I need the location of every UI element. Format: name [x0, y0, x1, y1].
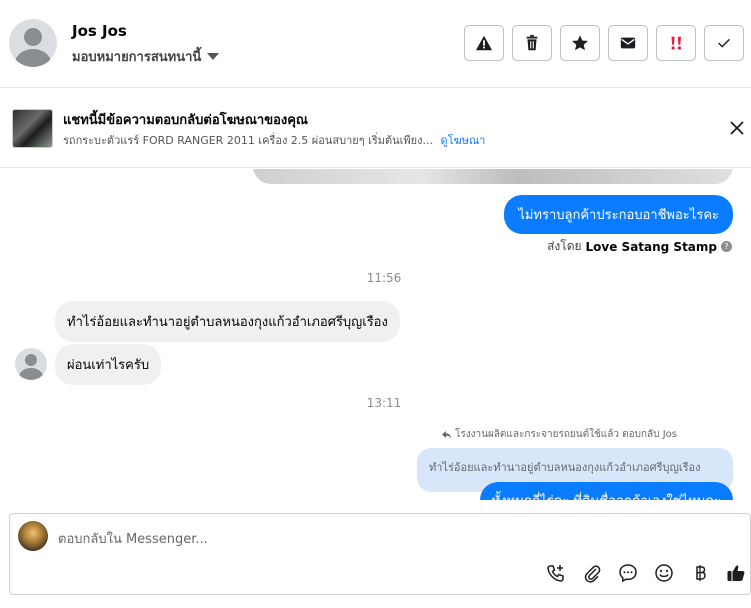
ad-description: รถกระบะตัวแรร์ FORD RANGER 2011 เครื่อง …: [63, 134, 433, 147]
message-thread[interactable]: ไม่ทราบลูกค้าประกอบอาชีพอะไรคะ ส่งโดย Lo…: [0, 169, 751, 500]
payment-button[interactable]: [688, 561, 712, 585]
baht-icon: [696, 565, 706, 581]
reply-context: โรงงานผลิตและกระจายรถยนต์ใช้แล้ว ตอบกลับ…: [441, 427, 677, 442]
outgoing-message[interactable]: ไม่ทราบลูกค้าประกอบอาชีพอะไรคะ: [504, 195, 733, 234]
close-icon: [730, 121, 744, 135]
mark-done-button[interactable]: [704, 25, 744, 61]
call-button[interactable]: [544, 561, 568, 585]
assign-label: มอบหมายการสนทนานี้: [72, 50, 202, 65]
star-button[interactable]: [560, 25, 600, 61]
incoming-message[interactable]: ผ่อนเท่าไรครับ: [55, 344, 162, 385]
ad-banner-subtitle: รถกระบะตัวแรร์ FORD RANGER 2011 เครื่อง …: [63, 131, 485, 149]
ad-reply-banner: แชทนี้มีข้อความตอบกลับต่อโฆษณาของคุณ รถก…: [0, 88, 751, 168]
close-banner-button[interactable]: [727, 118, 747, 138]
outgoing-message[interactable]: ทั้งหมดกี่ไร่คะ ที่ดินชื่อลูกค้าเองใช่ไห…: [479, 482, 733, 500]
caret-down-icon: [207, 53, 220, 60]
sent-by-prefix: ส่งโดย: [547, 239, 582, 253]
check-icon: [718, 38, 730, 48]
double-exclamation-icon: [671, 36, 682, 50]
paperclip-icon: [584, 565, 601, 583]
contact-avatar[interactable]: [15, 348, 47, 380]
thumbs-up-icon: [727, 565, 745, 581]
incoming-message[interactable]: ทำไร่อ้อยและทำนาอยู่ตำบลหนองกุงแก้วอำเภอ…: [55, 301, 400, 342]
phone-plus-icon: [547, 565, 564, 582]
message-input[interactable]: ตอบกลับใน Messenger...: [58, 528, 208, 549]
page-avatar: [18, 521, 48, 551]
composer-toolbar: [544, 561, 748, 585]
reply-context-text: โรงงานผลิตและกระจายรถยนต์ใช้แล้ว ตอบกลับ…: [454, 429, 677, 440]
saved-replies-button[interactable]: [616, 561, 640, 585]
contact-name[interactable]: Jos Jos: [72, 22, 127, 40]
avatar[interactable]: [9, 19, 57, 67]
timestamp: 11:56: [366, 271, 402, 285]
emoji-button[interactable]: [652, 561, 676, 585]
reply-arrow-icon: [441, 430, 452, 439]
conversation-header: Jos Jos มอบหมายการสนทนานี้: [0, 0, 751, 88]
reply-composer: ตอบกลับใน Messenger...: [9, 513, 751, 595]
follow-up-button[interactable]: [656, 25, 696, 61]
image-attachment[interactable]: [253, 169, 733, 184]
view-ad-link[interactable]: ดูโฆษณา: [441, 134, 486, 147]
mark-unread-button[interactable]: [608, 25, 648, 61]
trash-icon: [526, 34, 538, 51]
assign-conversation-dropdown[interactable]: มอบหมายการสนทนานี้: [72, 46, 220, 67]
sent-by-label: ส่งโดย Love Satang Stamp ?: [547, 237, 732, 256]
chat-bubble-icon: [619, 564, 637, 583]
warning-icon: [475, 35, 493, 51]
like-button[interactable]: [724, 561, 748, 585]
mail-icon: [620, 37, 636, 49]
smiley-icon: [655, 564, 673, 582]
info-icon[interactable]: ?: [721, 241, 732, 252]
sent-by-name: Love Satang Stamp: [585, 239, 717, 254]
ad-banner-title: แชทนี้มีข้อความตอบกลับต่อโฆษณาของคุณ: [63, 113, 308, 128]
action-toolbar: [464, 25, 744, 61]
attach-button[interactable]: [580, 561, 604, 585]
star-icon: [572, 35, 588, 51]
ad-thumbnail[interactable]: [12, 109, 53, 148]
timestamp: 13:11: [366, 396, 402, 410]
delete-button[interactable]: [512, 25, 552, 61]
warning-button[interactable]: [464, 25, 504, 61]
